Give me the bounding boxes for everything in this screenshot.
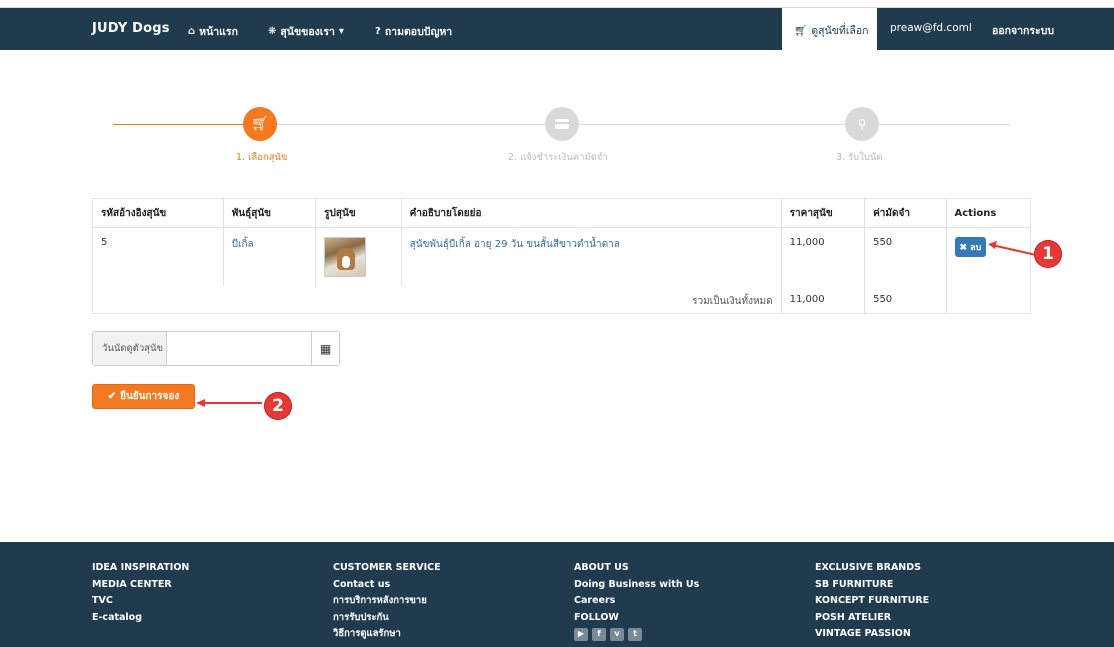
footer-col-service: CUSTOMER SERVICE Contact us การบริการหลั…	[333, 560, 441, 643]
nav-our-dogs-label: สุนัขของเรา	[280, 26, 335, 38]
facebook-icon[interactable]: f	[592, 628, 606, 641]
card-icon	[555, 119, 569, 129]
footer-link[interactable]: Careers	[574, 593, 699, 610]
cart-icon: 🛒︎	[251, 116, 269, 132]
callout-arrow-2	[196, 399, 262, 407]
step-line	[879, 124, 1011, 125]
footer-link[interactable]: การบริการหลังการขาย	[333, 593, 441, 610]
cell-deposit: 550	[864, 227, 947, 286]
step-progress-line	[113, 124, 243, 125]
callout-arrow-1	[988, 241, 1037, 256]
cell-price: 11,000	[780, 227, 866, 286]
footer-link[interactable]: Doing Business with Us	[574, 577, 699, 594]
table-row: 5 บีเกิ้ล สุนัขพันธุ์บีเกิ้ล อายุ 29 วัน…	[92, 227, 1031, 286]
footer-col-ideas: IDEA INSPIRATION MEDIA CENTER TVC E-cata…	[92, 560, 189, 626]
footer-link[interactable]: MEDIA CENTER	[92, 577, 189, 594]
total-price: 11,000	[780, 285, 866, 314]
step-1-label: 1. เลือกสุนัข	[236, 152, 288, 163]
nav-user-email[interactable]: preaw@fd.coml	[890, 22, 972, 34]
footer-link[interactable]: Contact us	[333, 577, 441, 594]
key-icon: ⚲	[857, 117, 867, 131]
nav-cart-label: ดูสุนัขที่เลือก	[811, 25, 869, 37]
caret-down-icon: ▾	[338, 26, 344, 37]
footer-heading[interactable]: IDEA INSPIRATION	[92, 560, 189, 577]
nav-logout[interactable]: ออกจากระบบ	[992, 22, 1054, 39]
delete-button-label: ลบ	[970, 242, 982, 252]
close-icon: ✖	[959, 241, 968, 252]
brand-logo[interactable]: JUDY Dogs	[92, 21, 170, 36]
top-navbar: JUDY Dogs ⌂ หน้าแรก ❋ สุนัขของเรา ▾ ? ถา…	[0, 8, 1114, 50]
step-3-circle: ⚲	[845, 107, 879, 141]
nav-home[interactable]: ⌂ หน้าแรก	[188, 23, 238, 40]
footer-link[interactable]: POSH ATELIER	[815, 610, 929, 627]
total-label: รวมเป็นเงินทั้งหมด	[92, 285, 782, 314]
dog-thumbnail[interactable]	[324, 237, 367, 277]
footer-link[interactable]: SB FURNITURE	[815, 577, 929, 594]
social-links: ▶ f v t	[574, 628, 699, 641]
step-2-circle	[545, 107, 579, 141]
appointment-date-input[interactable]	[167, 332, 312, 365]
youtube-icon[interactable]: ▶	[574, 628, 588, 641]
col-header-desc: คำอธิบายโดยย่อ	[400, 198, 782, 228]
footer-heading: ABOUT US	[574, 562, 629, 573]
footer-col-about: ABOUT US Doing Business with Us Careers …	[574, 560, 699, 641]
footer-link[interactable]: วิธีการดูแลรักษา	[333, 626, 441, 643]
site-footer: IDEA INSPIRATION MEDIA CENTER TVC E-cata…	[0, 542, 1114, 647]
col-header-deposit: ค่ามัดจำ	[864, 198, 947, 228]
nav-cart[interactable]: 🛒︎ ดูสุนัขที่เลือก	[794, 22, 869, 39]
step-line	[277, 124, 545, 125]
callout-badge-1: 1	[1034, 240, 1062, 268]
nav-our-dogs-dropdown[interactable]: ❋ สุนัขของเรา ▾	[268, 23, 344, 40]
step-line	[578, 124, 846, 125]
callout-badge-2: 2	[264, 392, 292, 420]
appointment-date-group: วันนัดดูตัวสุนัข ▦	[92, 331, 340, 366]
footer-heading: FOLLOW	[574, 611, 619, 623]
table-total-row: รวมเป็นเงินทั้งหมด 11,000 550	[92, 285, 1031, 314]
step-3-label: 3. รับใบนัด	[836, 152, 883, 163]
step-1-circle: 🛒︎	[243, 107, 277, 141]
breed-link[interactable]: บีเกิ้ล	[232, 239, 254, 250]
question-icon: ?	[375, 26, 381, 37]
footer-link[interactable]: TVC	[92, 593, 189, 610]
selected-dogs-table: รหัสอ้างอิงสุนัข พันธุ์สุนัข รูปสุนัข คำ…	[92, 198, 1031, 314]
col-header-price: ราคาสุนัข	[780, 198, 866, 228]
col-header-breed: พันธุ์สุนัข	[222, 198, 317, 228]
table-header-row: รหัสอ้างอิงสุนัข พันธุ์สุนัข รูปสุนัข คำ…	[92, 198, 1031, 228]
footer-heading: CUSTOMER SERVICE	[333, 562, 441, 573]
check-icon: ✔	[107, 391, 117, 402]
twitter-icon[interactable]: t	[628, 628, 642, 641]
footer-heading: EXCLUSIVE BRANDS	[815, 562, 921, 573]
paw-icon: ❋	[268, 26, 277, 37]
col-header-actions: Actions	[945, 198, 1031, 228]
nav-faq-label: ถามตอบปัญหา	[384, 26, 453, 38]
col-header-id: รหัสอ้างอิงสุนัข	[92, 198, 224, 228]
delete-button[interactable]: ✖ ลบ	[954, 237, 987, 257]
nav-faq[interactable]: ? ถามตอบปัญหา	[375, 23, 452, 40]
footer-col-brands: EXCLUSIVE BRANDS SB FURNITURE KONCEPT FU…	[815, 560, 929, 643]
step-2-label: 2. แจ้งชำระเงินค่ามัดจำ	[508, 152, 608, 163]
footer-link[interactable]: การรับประกัน	[333, 610, 441, 627]
col-header-image: รูปสุนัข	[315, 198, 402, 228]
cart-icon: 🛒︎	[794, 25, 808, 37]
footer-link[interactable]: KONCEPT FURNITURE	[815, 593, 929, 610]
nav-home-label: หน้าแรก	[199, 26, 238, 38]
appointment-date-label: วันนัดดูตัวสุนัข	[93, 332, 168, 365]
footer-link[interactable]: VINTAGE PASSION	[815, 626, 929, 643]
confirm-booking-button[interactable]: ✔ ยืนยันการจอง	[92, 384, 195, 409]
dog-description-link[interactable]: สุนัขพันธุ์บีเกิ้ล อายุ 29 วัน ขนสั้นสีข…	[410, 239, 620, 250]
confirm-booking-label: ยืนยันการจอง	[120, 391, 180, 402]
browser-frame	[0, 0, 1114, 8]
home-icon: ⌂	[188, 26, 196, 37]
total-deposit: 550	[864, 285, 947, 314]
cell-id: 5	[92, 227, 224, 286]
calendar-icon[interactable]: ▦	[311, 332, 339, 365]
vimeo-icon[interactable]: v	[610, 628, 624, 641]
footer-link[interactable]: E-catalog	[92, 610, 189, 627]
